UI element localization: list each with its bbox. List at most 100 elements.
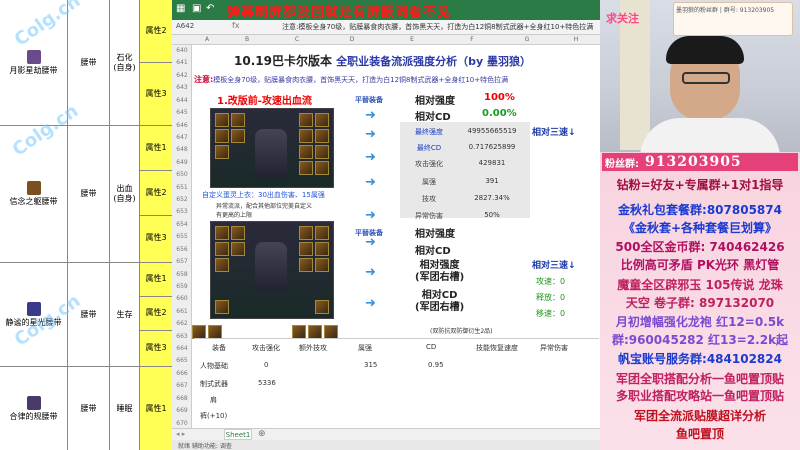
speed-row: 移速：0 — [536, 308, 565, 319]
column-header[interactable]: D — [322, 35, 382, 45]
column-header[interactable]: A — [192, 35, 222, 45]
row-header[interactable]: 642 — [172, 72, 192, 79]
column-header[interactable]: C — [272, 35, 322, 45]
row-header[interactable]: 658 — [172, 271, 192, 278]
attr-label: 属性3 — [145, 342, 167, 352]
column-header[interactable]: F — [442, 35, 502, 45]
relative-cd-label: 相对CD — [415, 246, 451, 257]
glasses — [682, 72, 730, 84]
tab-nav-icon[interactable]: ◂ ▸ — [176, 430, 185, 438]
row-header[interactable]: 656 — [172, 246, 192, 253]
streamer-hair — [666, 36, 744, 64]
promo-line: 《金秋套+各种套餐巨划算》 — [622, 221, 778, 235]
stat-value: 49955665519 — [467, 127, 517, 135]
save-icon[interactable]: ▣ — [192, 3, 204, 15]
stat-value: 50% — [484, 211, 500, 219]
promo-line: 帆宝账号服务群:484102824 — [618, 352, 782, 366]
status-text: 就绪 辅助功能: 调查 — [178, 443, 232, 450]
relative-cd-label: 相对CD — [415, 112, 451, 123]
left-equipment-table: 月影星劫腰带 腰带 石化 (自身) 属性2 属性3 信念之躯腰带 腰带 出血 (… — [0, 0, 172, 450]
row-header[interactable]: 652 — [172, 196, 192, 203]
equip-slot — [215, 145, 229, 159]
undo-icon[interactable]: ↶ — [206, 3, 218, 15]
note-prefix: 注意: — [194, 75, 214, 84]
equip-slot — [215, 113, 229, 127]
row-header[interactable]: 669 — [172, 407, 192, 414]
row-header[interactable]: 668 — [172, 395, 192, 402]
promo-line: 魔童全区辟邪玉 105传说 龙珠 — [617, 278, 783, 292]
row-header[interactable]: 644 — [172, 97, 192, 104]
row-header[interactable]: 663 — [172, 333, 192, 340]
equip-slot — [299, 161, 313, 175]
promo-line: 天空 卷子群: 897132070 — [625, 296, 775, 310]
row-header[interactable]: 648 — [172, 146, 192, 153]
streamer-shirt — [640, 118, 780, 152]
equip-label: 平替装备 — [355, 229, 383, 237]
attr-cell: 属性2 属性3 — [140, 0, 172, 125]
arrow-right-icon: ➜ — [365, 296, 376, 311]
row-header[interactable]: 650 — [172, 171, 192, 178]
row-header[interactable]: 662 — [172, 320, 192, 327]
attr-cell: 属性1 属性2 属性3 — [140, 126, 172, 262]
row-header[interactable]: 661 — [172, 308, 192, 315]
row-header[interactable]: 657 — [172, 258, 192, 265]
column-header[interactable]: B — [222, 35, 272, 45]
speed-value: 0 — [560, 277, 566, 286]
excel-icon[interactable]: ▦ — [176, 3, 188, 15]
attr-label: 属性2 — [140, 0, 172, 63]
equip-slot — [308, 325, 322, 339]
row-header[interactable]: 643 — [172, 84, 192, 91]
equip-slot — [231, 113, 245, 127]
equip-slot — [315, 242, 329, 256]
equip-slot — [192, 325, 206, 339]
stat-value: 391 — [485, 177, 499, 185]
speed-key: 攻速： — [536, 277, 560, 286]
function-icon[interactable]: fx — [232, 21, 240, 30]
table-row-label: 裤(+10) — [200, 412, 228, 420]
equip-slot — [299, 242, 313, 256]
row-header[interactable]: 660 — [172, 295, 192, 302]
row-header[interactable]: 649 — [172, 159, 192, 166]
column-header[interactable]: E — [382, 35, 442, 45]
status-bar: 就绪 辅助功能: 调查 — [172, 440, 600, 450]
table-row: 静谧的星光腰带 腰带 生存 属性1 属性2 属性3 — [0, 263, 172, 367]
speed-key: 释放： — [536, 293, 560, 302]
row-header[interactable]: 666 — [172, 370, 192, 377]
equipment-name: 合律的规腰带 — [9, 411, 58, 421]
row-header[interactable]: 641 — [172, 59, 192, 66]
row-header[interactable]: 654 — [172, 221, 192, 228]
row-header[interactable]: 655 — [172, 233, 192, 240]
row-header[interactable]: 640 — [172, 47, 192, 54]
note-line: 注意:模板全身70级，贴膜暴食肉衣腰，首饰黑天天，打造为白12铜8制式武器+全身… — [194, 74, 599, 86]
row-header[interactable]: 670 — [172, 420, 192, 427]
column-header[interactable]: H — [552, 35, 600, 45]
follow-text: 求关注 — [606, 12, 639, 25]
row-header[interactable]: 646 — [172, 122, 192, 129]
table-header: 异常伤害 — [540, 344, 568, 352]
row-header[interactable]: 653 — [172, 208, 192, 215]
column-header[interactable]: G — [502, 35, 552, 45]
stat-key: 技攻 — [422, 195, 436, 203]
note-text: 模板全身70级，贴膜暴食肉衣腰，首饰黑天天，打造为白12铜8制式武器+全身红10… — [213, 76, 509, 84]
row-header[interactable]: 651 — [172, 184, 192, 191]
row-header[interactable]: 665 — [172, 357, 192, 364]
equipment-name: 信念之躯腰带 — [9, 197, 58, 206]
tab-sheet1[interactable]: Sheet1 — [224, 429, 252, 440]
cell-reference-box[interactable]: A642 — [176, 22, 194, 30]
row-header[interactable]: 667 — [172, 382, 192, 389]
table-header: 额外技攻 — [299, 344, 327, 352]
table-row: 合律的规腰带 腰带 睡眠 属性1 — [0, 367, 172, 450]
row-header[interactable]: 647 — [172, 134, 192, 141]
skill-cell: 生存 — [110, 263, 140, 366]
formula-input[interactable]: 注意:模板全身70级，贴膜暴食肉衣腰，首饰黑天天，打造为白12铜8制式武器+全身… — [282, 22, 593, 32]
equip-slot — [315, 300, 329, 314]
row-header[interactable]: 645 — [172, 109, 192, 116]
stream-sidebar: 墨羽狼的粉丝群 | 群号: 913203905 求关注 粉丝群: 9132039… — [600, 0, 800, 450]
table-cell: 0 — [264, 361, 269, 369]
skill-cell: 石化 (自身) — [110, 0, 140, 125]
add-sheet-icon[interactable]: ⊕ — [258, 429, 266, 439]
row-headers: 640 641 642 643 644 645 646 647 648 649 650 651 652 6… — [172, 45, 192, 430]
row-header[interactable]: 664 — [172, 345, 192, 352]
relative-strength-value: 100% — [484, 92, 515, 103]
row-header[interactable]: 659 — [172, 283, 192, 290]
